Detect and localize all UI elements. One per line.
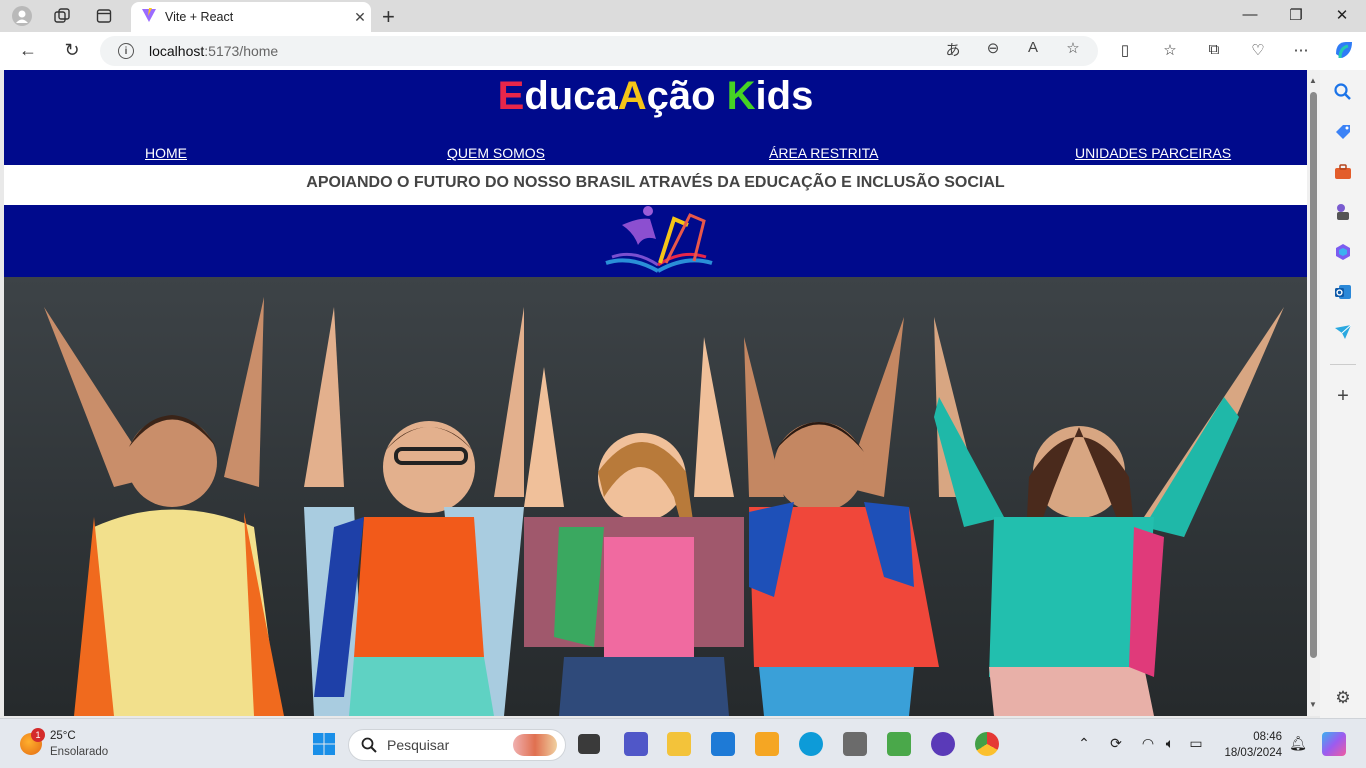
add-icon[interactable]: + [1333,386,1353,406]
tagline-bar: APOIANDO O FUTURO DO NOSSO BRASIL ATRAVÉ… [4,165,1307,205]
browser-essentials-icon[interactable]: ♡ [1247,41,1269,59]
child-figure [44,297,284,716]
minimize-button[interactable]: — [1230,6,1270,23]
volume-icon[interactable]: 🔈︎ [1160,735,1180,752]
chrome-icon[interactable] [975,732,999,756]
tools-icon[interactable] [1333,162,1353,182]
profile-icon[interactable] [12,6,32,26]
brand-title: EducaAção Kids [4,74,1307,119]
taskbar-search-input[interactable]: Pesquisar [348,729,566,761]
taskbar-search-icon [361,737,377,753]
vscode-icon[interactable] [711,732,735,756]
favorites-icon[interactable]: ☆ [1159,41,1181,59]
windows-taskbar: 1 25°C Ensolarado Pesquisar ⌃ ⟳ ◠ 🔈︎ ▭ 0… [0,718,1366,768]
clock-date: 18/03/2024 [1224,747,1282,759]
address-bar: ← ↻ i localhost:5173/home あ ⊖ A ☆ ▯ ☆ ⧉ … [0,32,1366,70]
brand-letter-a: A [617,74,647,118]
sync-icon[interactable]: ⟳ [1106,735,1126,752]
page-viewport: EducaAção Kids HOME QUEM SOMOS ÁREA REST… [4,70,1307,716]
child-figure [934,307,1284,716]
hero-image [4,277,1307,716]
nav-home-link[interactable]: HOME [145,145,187,161]
zoom-out-icon[interactable]: ⊖ [982,39,1004,57]
app-folder-icon[interactable] [755,732,779,756]
workspaces-icon[interactable] [52,6,72,26]
tab-bar: Vite + React ✕ + — ❐ ✕ [0,0,1366,32]
collections-icon[interactable]: ⧉ [1203,41,1225,58]
back-icon[interactable]: ← [16,40,40,61]
windows-start-icon[interactable] [312,732,336,756]
favorite-star-icon[interactable]: ☆ [1062,39,1084,57]
nav-quem-somos-link[interactable]: QUEM SOMOS [447,145,545,161]
child-figure [524,337,744,716]
logo-band [4,205,1307,277]
games-icon[interactable] [1333,202,1353,222]
teams-icon[interactable] [624,732,648,756]
more-menu-icon[interactable]: ⋯ [1290,41,1312,59]
brand-part: ids [755,74,814,118]
outlook-icon[interactable] [1333,282,1353,302]
refresh-icon[interactable]: ↻ [60,40,84,61]
edge-taskbar-icon[interactable] [799,732,823,756]
notifications-bell-icon[interactable]: 🔔︎ [1288,735,1308,752]
url-path: :5173/home [204,43,279,59]
tab-title: Vite + React [165,10,234,24]
nav-unidades-parceiras-link[interactable]: UNIDADES PARCEIRAS [1075,145,1231,161]
battery-icon[interactable]: ▭ [1186,735,1206,752]
child-figure [744,317,939,716]
taskbar-clock[interactable]: 08:46 18/03/2024 [1218,729,1282,761]
settings-gear-icon[interactable]: ⚙ [1333,688,1353,708]
close-window-button[interactable]: ✕ [1322,6,1362,24]
gimp-icon[interactable] [843,732,867,756]
site-header: EducaAção Kids HOME QUEM SOMOS ÁREA REST… [4,70,1307,165]
scroll-thumb[interactable] [1310,92,1317,658]
clock-time: 08:46 [1253,731,1282,743]
tab-actions-icon[interactable] [94,6,114,26]
translate-icon[interactable]: あ [942,39,964,60]
wifi-icon[interactable]: ◠ [1138,735,1158,752]
send-icon[interactable] [1333,322,1353,342]
eclipse-icon[interactable] [931,732,955,756]
tab-close-icon[interactable]: ✕ [349,9,371,26]
url-host: localhost [149,43,205,59]
search-icon[interactable] [1333,82,1353,102]
brand-letter-e: E [497,74,525,118]
new-tab-button[interactable]: + [382,4,395,30]
copilot-taskbar-icon[interactable] [1322,732,1346,756]
show-hidden-icons-icon[interactable]: ⌃ [1074,735,1094,752]
copilot-icon[interactable] [1332,38,1354,66]
scroll-up-icon[interactable]: ▲ [1309,76,1317,85]
page-scrollbar[interactable]: ▲ ▼ [1307,70,1320,716]
edge-sidebar: + ⚙ [1320,70,1366,718]
restore-button[interactable]: ❐ [1276,6,1316,24]
search-placeholder: Pesquisar [387,737,450,753]
scroll-down-icon[interactable]: ▼ [1309,700,1317,709]
search-highlight-icon [513,734,557,756]
read-aloud-icon[interactable]: A [1022,39,1044,56]
weather-temperature[interactable]: 25°C [50,730,76,742]
file-explorer-icon[interactable] [667,732,691,756]
brand-part: duca [524,74,618,118]
tab-active[interactable]: Vite + React ✕ [131,2,371,32]
book-logo-icon [600,205,718,282]
tagline: APOIANDO O FUTURO DO NOSSO BRASIL ATRAVÉ… [306,174,1005,191]
brand-letter-k: K [726,74,756,118]
child-figure [304,307,524,716]
notepad-icon[interactable] [887,732,911,756]
nav-area-restrita-link[interactable]: ÁREA RESTRITA [769,145,878,161]
vite-icon [141,7,157,28]
microsoft-365-icon[interactable] [1333,242,1353,262]
split-screen-icon[interactable]: ▯ [1114,41,1136,59]
weather-badge: 1 [31,728,45,742]
sidebar-divider [1330,364,1356,365]
site-info-icon[interactable]: i [118,43,134,59]
brand-part: ção [646,74,727,118]
weather-condition[interactable]: Ensolarado [50,746,108,758]
task-view-icon[interactable] [578,734,600,754]
shopping-tag-icon[interactable] [1333,122,1353,142]
